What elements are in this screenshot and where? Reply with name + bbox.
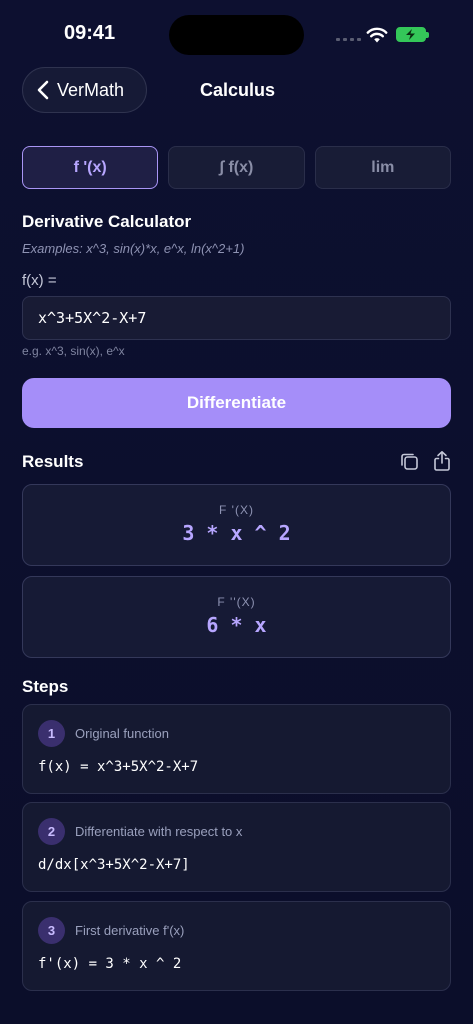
back-button[interactable]: VerMath — [22, 67, 147, 113]
step-expression: d/dx[x^3+5X^2-X+7] — [38, 857, 190, 873]
result-value: 3 * x ^ 2 — [182, 521, 291, 545]
function-input[interactable] — [22, 296, 451, 340]
back-button-label: VerMath — [57, 79, 125, 100]
calculator-title: Derivative Calculator — [22, 212, 192, 231]
results-title: Results — [22, 452, 84, 471]
first-derivative-result: F '(X) 3 * x ^ 2 — [22, 484, 451, 566]
page-title: Calculus — [200, 80, 276, 100]
result-label: F ''(X) — [217, 595, 256, 609]
step-title: Differentiate with respect to x — [75, 824, 243, 839]
step-number: 2 — [38, 818, 65, 845]
step-expression: f(x) = x^3+5X^2-X+7 — [38, 759, 199, 775]
steps-title: Steps — [22, 677, 69, 696]
wifi-icon — [366, 27, 388, 43]
examples-text: Examples: x^3, sin(x)*x, e^x, ln(x^2+1) — [22, 241, 245, 256]
step-card: 1 Original function f(x) = x^3+5X^2-X+7 — [22, 704, 451, 794]
result-label: F '(X) — [219, 503, 254, 517]
step-card: 3 First derivative f'(x) f'(x) = 3 * x ^… — [22, 901, 451, 991]
step-title: First derivative f'(x) — [75, 923, 185, 938]
cellular-signal-icon — [336, 38, 361, 41]
tab-limit[interactable]: lim — [314, 146, 451, 189]
function-input-label: f(x) = — [22, 272, 57, 289]
step-number: 1 — [38, 720, 65, 747]
chevron-left-icon — [37, 80, 49, 100]
copy-icon[interactable] — [399, 451, 419, 471]
tab-derivative[interactable]: f '(x) — [22, 146, 159, 189]
status-time: 09:41 — [64, 22, 116, 44]
input-hint: e.g. x^3, sin(x), e^x — [22, 344, 125, 358]
share-icon[interactable] — [432, 450, 452, 472]
calculus-screen: 09:41 VerMath Calculus f '(x) ∫ f(x) lim… — [0, 0, 473, 1024]
step-number: 3 — [38, 917, 65, 944]
dynamic-island — [169, 15, 304, 55]
second-derivative-result: F ''(X) 6 * x — [22, 576, 451, 658]
result-value: 6 * x — [206, 613, 267, 637]
differentiate-button[interactable]: Differentiate — [22, 378, 451, 428]
battery-icon — [396, 27, 429, 42]
mode-tabs: f '(x) ∫ f(x) lim — [22, 146, 451, 189]
step-card: 2 Differentiate with respect to x d/dx[x… — [22, 802, 451, 892]
tab-integral[interactable]: ∫ f(x) — [168, 146, 305, 189]
step-expression: f'(x) = 3 * x ^ 2 — [38, 956, 182, 972]
status-bar: 09:41 — [0, 0, 473, 60]
step-title: Original function — [75, 726, 169, 741]
